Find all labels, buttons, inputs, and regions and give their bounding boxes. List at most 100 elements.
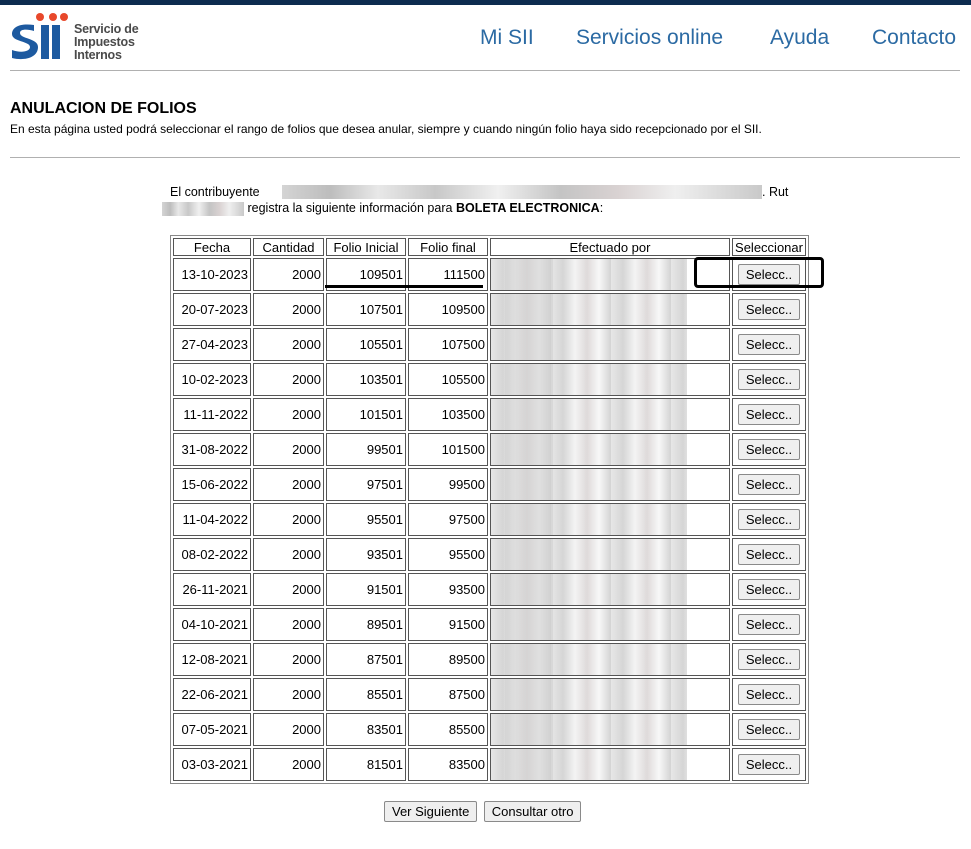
cell-fecha: 26-11-2021 xyxy=(173,573,251,606)
cell-folio-inicial: 97501 xyxy=(326,468,406,501)
cell-fecha: 11-04-2022 xyxy=(173,503,251,536)
cell-cantidad: 2000 xyxy=(253,643,324,676)
select-button[interactable]: Selecc.. xyxy=(737,544,801,565)
nav-mi-sii[interactable]: Mi SII xyxy=(480,26,534,50)
contrib-middle: registra la siguiente información para xyxy=(247,201,453,215)
cell-fecha: 11-11-2022 xyxy=(173,398,251,431)
logo-text: Servicio de Impuestos Internos xyxy=(74,23,139,62)
cell-seleccionar: Selecc.. xyxy=(732,363,806,396)
cell-cantidad: 2000 xyxy=(253,468,324,501)
table-row: 26-11-2021 2000 91501 93500 Selecc.. xyxy=(173,573,806,606)
cell-fecha: 08-02-2022 xyxy=(173,538,251,571)
highlight-underline xyxy=(325,285,483,288)
cell-folio-inicial: 81501 xyxy=(326,748,406,781)
select-button[interactable]: Selecc.. xyxy=(737,334,801,355)
cell-seleccionar: Selecc.. xyxy=(732,328,806,361)
cell-folio-inicial: 107501 xyxy=(326,293,406,326)
select-button[interactable]: Selecc.. xyxy=(737,649,801,670)
cell-efectuado-por xyxy=(490,713,730,746)
cell-efectuado-por xyxy=(490,748,730,781)
table-row: 11-11-2022 2000 101501 103500 Selecc.. xyxy=(173,398,806,431)
nav-servicios-online[interactable]: Servicios online xyxy=(576,26,723,50)
cell-folio-inicial: 95501 xyxy=(326,503,406,536)
cell-folio-final: 85500 xyxy=(408,713,488,746)
cell-folio-final: 93500 xyxy=(408,573,488,606)
logo-line: Internos xyxy=(74,48,122,62)
redacted-user xyxy=(491,329,687,360)
ver-siguiente-button[interactable]: Ver Siguiente xyxy=(384,801,478,822)
cell-seleccionar: Selecc.. xyxy=(732,293,806,326)
cell-cantidad: 2000 xyxy=(253,293,324,326)
redacted-user xyxy=(491,539,687,570)
cell-cantidad: 2000 xyxy=(253,363,324,396)
col-folio-final: Folio final xyxy=(408,238,488,256)
redacted-user xyxy=(491,609,687,640)
cell-cantidad: 2000 xyxy=(253,433,324,466)
col-folio-inicial: Folio Inicial xyxy=(326,238,406,256)
cell-folio-final: 83500 xyxy=(408,748,488,781)
redacted-user xyxy=(491,259,687,290)
cell-fecha: 13-10-2023 xyxy=(173,258,251,291)
highlight-box xyxy=(694,257,824,288)
cell-seleccionar: Selecc.. xyxy=(732,468,806,501)
select-button[interactable]: Selecc.. xyxy=(737,299,801,320)
cell-cantidad: 2000 xyxy=(253,608,324,641)
cell-seleccionar: Selecc.. xyxy=(732,643,806,676)
col-fecha: Fecha xyxy=(173,238,251,256)
consultar-otro-button[interactable]: Consultar otro xyxy=(483,801,582,822)
select-button[interactable]: Selecc.. xyxy=(737,614,801,635)
page-title: ANULACION DE FOLIOS xyxy=(10,100,197,117)
contributor-info: El contribuyente . Rut registra la sigui… xyxy=(162,184,802,216)
cell-cantidad: 2000 xyxy=(253,328,324,361)
redacted-name xyxy=(282,185,762,199)
cell-fecha: 15-06-2022 xyxy=(173,468,251,501)
redacted-user xyxy=(491,749,687,780)
nav-ayuda[interactable]: Ayuda xyxy=(770,26,829,50)
cell-efectuado-por xyxy=(490,573,730,606)
cell-efectuado-por xyxy=(490,363,730,396)
folios-table: Fecha Cantidad Folio Inicial Folio final… xyxy=(170,235,809,784)
select-button[interactable]: Selecc.. xyxy=(737,404,801,425)
cell-efectuado-por xyxy=(490,678,730,711)
cell-folio-inicial: 101501 xyxy=(326,398,406,431)
cell-folio-final: 87500 xyxy=(408,678,488,711)
select-button[interactable]: Selecc.. xyxy=(737,579,801,600)
redacted-user xyxy=(491,294,687,325)
table-row: 31-08-2022 2000 99501 101500 Selecc.. xyxy=(173,433,806,466)
cell-folio-inicial: 99501 xyxy=(326,433,406,466)
cell-folio-final: 103500 xyxy=(408,398,488,431)
nav-contacto[interactable]: Contacto xyxy=(872,26,956,50)
select-button[interactable]: Selecc.. xyxy=(737,509,801,530)
select-button[interactable]: Selecc.. xyxy=(737,369,801,390)
cell-seleccionar: Selecc.. xyxy=(732,538,806,571)
contrib-prefix: El contribuyente xyxy=(170,185,260,199)
cell-cantidad: 2000 xyxy=(253,538,324,571)
cell-folio-final: 105500 xyxy=(408,363,488,396)
cell-folio-inicial: 105501 xyxy=(326,328,406,361)
cell-efectuado-por xyxy=(490,538,730,571)
top-bar xyxy=(0,0,971,5)
cell-efectuado-por xyxy=(490,398,730,431)
bottom-actions: Ver Siguiente Consultar otro xyxy=(384,801,583,822)
select-button[interactable]: Selecc.. xyxy=(737,439,801,460)
sii-logo-icon xyxy=(12,13,68,60)
cell-cantidad: 2000 xyxy=(253,503,324,536)
cell-fecha: 07-05-2021 xyxy=(173,713,251,746)
redacted-user xyxy=(491,434,687,465)
cell-folio-inicial: 85501 xyxy=(326,678,406,711)
select-button[interactable]: Selecc.. xyxy=(737,684,801,705)
cell-folio-final: 101500 xyxy=(408,433,488,466)
cell-seleccionar: Selecc.. xyxy=(732,398,806,431)
col-cantidad: Cantidad xyxy=(253,238,324,256)
cell-efectuado-por xyxy=(490,503,730,536)
cell-fecha: 12-08-2021 xyxy=(173,643,251,676)
select-button[interactable]: Selecc.. xyxy=(737,719,801,740)
cell-folio-inicial: 83501 xyxy=(326,713,406,746)
cell-seleccionar: Selecc.. xyxy=(732,608,806,641)
cell-fecha: 31-08-2022 xyxy=(173,433,251,466)
sii-logo[interactable]: Servicio de Impuestos Internos xyxy=(10,13,150,62)
cell-folio-inicial: 93501 xyxy=(326,538,406,571)
select-button[interactable]: Selecc.. xyxy=(737,754,801,775)
select-button[interactable]: Selecc.. xyxy=(737,474,801,495)
cell-folio-final: 99500 xyxy=(408,468,488,501)
